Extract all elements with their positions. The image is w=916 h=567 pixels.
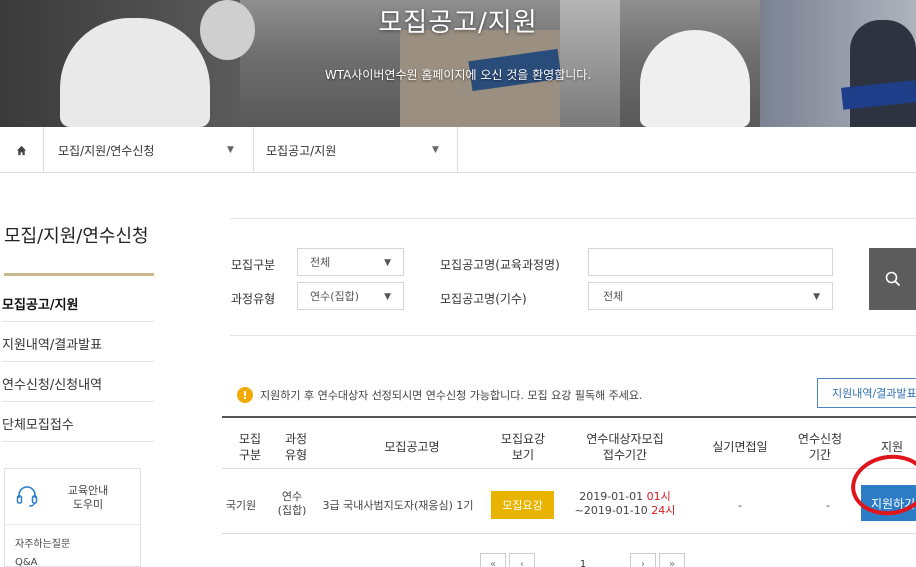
row-course-type: 연수 (집합) bbox=[277, 490, 307, 517]
period-end-date: ~2019-01-10 bbox=[574, 504, 648, 517]
headset-icon bbox=[16, 486, 38, 507]
round-select-value: 전체 bbox=[603, 290, 624, 303]
round-label: 모집공고명(기수) bbox=[440, 292, 527, 306]
course-type-label: 과정유형 bbox=[231, 292, 276, 306]
round-select[interactable]: 전체 ▼ bbox=[588, 282, 833, 310]
sidebar-title: 모집/지원/연수신청 bbox=[4, 226, 149, 247]
breadcrumb-level2-select[interactable]: 모집공고/지원 ▼ bbox=[254, 127, 458, 173]
category-label: 모집구분 bbox=[231, 258, 276, 272]
course-type-select[interactable]: 연수(집합) ▼ bbox=[297, 282, 404, 310]
header-guide: 모집요강 보기 bbox=[500, 432, 546, 462]
qna-link[interactable]: Q&A bbox=[15, 557, 38, 567]
breadcrumb: 모집/지원/연수신청 ▼ 모집공고/지원 ▼ bbox=[0, 127, 916, 173]
header-recruit-period: 연수대상자모집 접수기간 bbox=[586, 432, 664, 462]
chevron-down-icon: ▼ bbox=[384, 258, 391, 268]
chevron-down-icon: ▼ bbox=[813, 292, 820, 302]
recruit-guide-button[interactable]: 모집요강 bbox=[491, 491, 554, 519]
row-apply-period: - bbox=[826, 499, 830, 512]
warning-icon: ! bbox=[237, 387, 253, 403]
chevron-down-icon: ▼ bbox=[432, 145, 439, 155]
page-number-current[interactable]: 1 bbox=[570, 553, 596, 567]
row-notice-name[interactable]: 3급 국내사범지도자(재응심) 1기 bbox=[312, 499, 484, 513]
chevron-down-icon: ▼ bbox=[384, 292, 391, 302]
row-category: 국기원 bbox=[225, 499, 257, 512]
help-box: 교육안내 도우미 자주하는질문 Q&A bbox=[4, 468, 141, 567]
breadcrumb-level1-label: 모집/지원/연수신청 bbox=[58, 143, 155, 158]
table-top-border bbox=[222, 416, 916, 418]
table-row-divider bbox=[222, 533, 916, 534]
search-button[interactable] bbox=[869, 248, 916, 310]
course-type-select-value: 연수(집합) bbox=[310, 290, 360, 303]
course-name-input[interactable] bbox=[588, 248, 833, 276]
breadcrumb-level1-select[interactable]: 모집/지원/연수신청 ▼ bbox=[44, 127, 254, 173]
help-label-line2: 도우미 bbox=[72, 498, 104, 511]
prev-page-button[interactable]: ‹ bbox=[509, 553, 535, 567]
period-end-time: 24시 bbox=[651, 504, 676, 517]
last-page-button[interactable]: » bbox=[659, 553, 685, 567]
hero-banner: 모집공고/지원 WTA사이버연수원 홈페이지에 오신 것을 환영합니다. bbox=[0, 0, 916, 127]
row-exam-date: - bbox=[738, 499, 742, 512]
header-apply-period: 연수신청 기간 bbox=[797, 432, 843, 462]
welcome-text: WTA사이버연수원 홈페이지에 오신 것을 환영합니다. bbox=[324, 68, 592, 82]
search-icon bbox=[885, 271, 900, 287]
sidebar-item-recruit-notice[interactable]: 모집공고/지원 bbox=[2, 286, 154, 322]
chevron-down-icon: ▼ bbox=[227, 145, 234, 155]
page-title: 모집공고/지원 bbox=[378, 8, 538, 38]
header-exam-date: 실기면접일 bbox=[712, 440, 768, 454]
header-course-type: 과정 유형 bbox=[284, 432, 308, 462]
highlight-circle bbox=[847, 449, 916, 521]
help-label-line1: 교육안내 bbox=[67, 484, 109, 497]
help-header[interactable]: 교육안내 도우미 bbox=[5, 469, 140, 525]
course-name-label: 모집공고명(교육과정명) bbox=[440, 258, 560, 272]
next-page-button[interactable]: › bbox=[630, 553, 656, 567]
search-panel-bottom-border bbox=[230, 335, 916, 336]
header-category: 모집 구분 bbox=[238, 432, 262, 462]
period-start-time: 01시 bbox=[646, 490, 671, 503]
notice-text: 지원하기 후 연수대상자 선정되시면 연수신청 가능합니다. 모집 요강 필독해… bbox=[260, 389, 643, 402]
period-start-date: 2019-01-01 bbox=[579, 490, 644, 503]
header-notice-name: 모집공고명 bbox=[384, 440, 440, 454]
apply-history-button[interactable]: 지원내역/결과발표 bbox=[817, 378, 916, 408]
table-header-divider bbox=[222, 468, 916, 469]
sidebar-item-training-apply[interactable]: 연수신청/신청내역 bbox=[2, 366, 154, 402]
header-apply: 지원 bbox=[880, 440, 904, 454]
breadcrumb-level2-label: 모집공고/지원 bbox=[266, 143, 337, 158]
category-select[interactable]: 전체 ▼ bbox=[297, 248, 404, 276]
row-recruit-period: 2019-01-01 01시 ~2019-01-10 24시 bbox=[566, 490, 684, 518]
sidebar-item-apply-history[interactable]: 지원내역/결과발표 bbox=[2, 326, 154, 362]
first-page-button[interactable]: « bbox=[480, 553, 506, 567]
sidebar-divider bbox=[4, 273, 154, 276]
search-panel-top-border bbox=[230, 218, 916, 219]
home-button[interactable] bbox=[0, 127, 44, 173]
sidebar-item-group-recruit[interactable]: 단체모집접수 bbox=[2, 406, 154, 442]
faq-link[interactable]: 자주하는질문 bbox=[15, 535, 70, 550]
home-icon bbox=[16, 145, 27, 155]
category-select-value: 전체 bbox=[310, 256, 331, 269]
